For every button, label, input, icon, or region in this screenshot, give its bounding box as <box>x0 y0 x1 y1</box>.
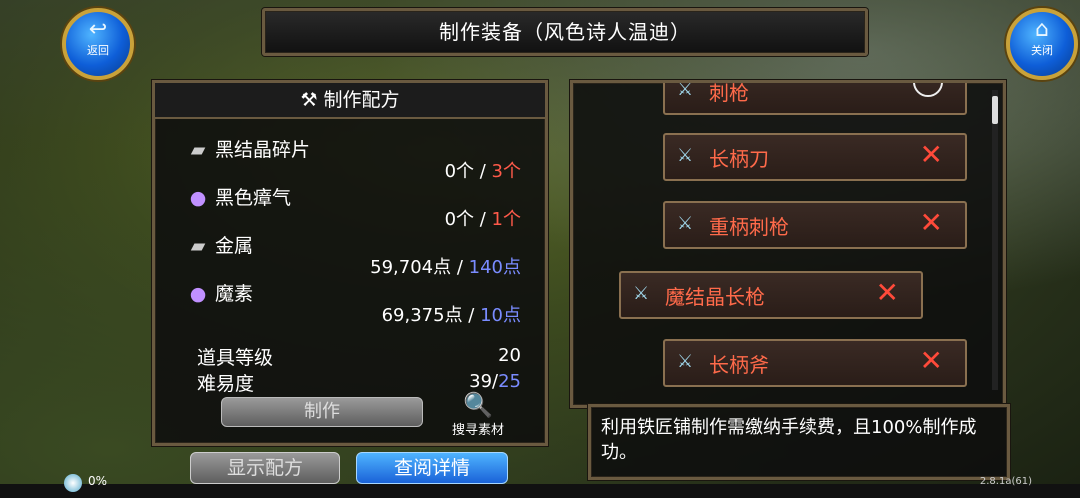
item-label: 长柄刀 <box>709 147 769 171</box>
difficulty-max: 25 <box>498 371 521 392</box>
material-qty: 59,704点 / 140点 <box>370 253 521 279</box>
qty-separator: / <box>462 305 481 326</box>
ingot-icon: ▰ <box>190 235 206 257</box>
info-text: 利用铁匠铺制作需缴纳手续费，且100%制作成功。 <box>601 417 977 463</box>
material-have: 0个 <box>444 209 475 230</box>
back-button[interactable]: ↩ 返回 <box>62 8 134 80</box>
status-bar <box>0 484 1080 498</box>
anvil-icon: ⚒ <box>300 89 318 111</box>
list-scrollbar[interactable] <box>992 90 998 390</box>
list-item[interactable]: ⚔ 刺枪 <box>663 80 967 115</box>
search-materials-button[interactable]: 🔍 搜寻素材 <box>443 391 513 438</box>
view-details-button[interactable]: 查阅详情 <box>356 452 508 484</box>
magnifier-icon: 🔍 <box>463 391 493 419</box>
item-level-value: 20 <box>498 345 521 366</box>
item-list-panel: ⚔ 刺枪 ⚔ 长柄刀 ✕ ⚔ 重柄刺枪 ✕ ⚔ 魔结晶长枪 ✕ ⚔ 长柄斧 ✕ <box>570 80 1006 408</box>
material-name: 黑结晶碎片 <box>215 139 311 161</box>
material-row: ● 魔素 <box>185 279 253 306</box>
material-name: 金属 <box>215 235 254 257</box>
spear-icon: ⚔ <box>677 80 694 100</box>
back-label: 返回 <box>87 44 109 57</box>
home-icon: ⌂ <box>1035 17 1049 42</box>
info-panel: 利用铁匠铺制作需缴纳手续费，且100%制作成功。 <box>588 404 1010 480</box>
item-label: 长柄斧 <box>709 353 769 377</box>
window-title-bar: 制作装备（风色诗人温迪） <box>262 8 868 56</box>
spear-icon: ⚔ <box>677 351 694 372</box>
item-label: 刺枪 <box>709 81 749 105</box>
cross-icon: ✕ <box>919 138 943 171</box>
material-need: 1个 <box>491 209 521 230</box>
material-need: 10点 <box>480 305 521 326</box>
recipe-title: 制作配方 <box>323 89 400 111</box>
difficulty-current: 39/ <box>469 371 499 392</box>
material-have: 0个 <box>444 161 475 182</box>
undo-arrow-icon: ↩ <box>88 17 108 42</box>
close-button[interactable]: ⌂ 关闭 <box>1006 8 1078 80</box>
material-have: 69,375点 <box>381 305 463 326</box>
window-title: 制作装备（风色诗人温迪） <box>439 20 691 44</box>
item-label: 重柄刺枪 <box>709 215 789 239</box>
list-item[interactable]: ⚔ 长柄斧 ✕ <box>663 339 967 387</box>
material-name: 魔素 <box>215 283 254 305</box>
material-need: 140点 <box>468 257 521 278</box>
cross-icon: ✕ <box>875 276 899 309</box>
qty-separator: / <box>451 257 469 278</box>
make-button[interactable]: 制作 <box>221 397 423 427</box>
spear-icon: ⚔ <box>677 145 694 166</box>
version-label: 2.8.1a(61) <box>979 476 1032 487</box>
item-label: 魔结晶长枪 <box>665 285 765 309</box>
show-recipe-button[interactable]: 显示配方 <box>190 452 340 484</box>
recipe-header: ⚒ 制作配方 <box>155 83 545 119</box>
item-level-label: 道具等级 <box>197 347 274 369</box>
list-item[interactable]: ⚔ 长柄刀 ✕ <box>663 133 967 181</box>
orb-icon: ● <box>189 283 207 305</box>
difficulty-label: 难易度 <box>197 373 255 395</box>
spear-icon: ⚔ <box>677 213 694 234</box>
loading-icon <box>64 474 82 492</box>
ingot-icon: ▰ <box>190 139 206 161</box>
orb-icon: ● <box>189 187 207 209</box>
spear-icon: ⚔ <box>633 283 650 304</box>
material-row: ▰ 黑结晶碎片 <box>185 135 310 162</box>
material-need: 3个 <box>491 161 521 182</box>
cross-icon: ✕ <box>919 344 943 377</box>
search-materials-label: 搜寻素材 <box>451 423 504 438</box>
qty-separator: / <box>474 209 492 230</box>
list-item[interactable]: ⚔ 重柄刺枪 ✕ <box>663 201 967 249</box>
qty-separator: / <box>474 161 492 182</box>
material-qty: 0个 / 1个 <box>445 205 521 231</box>
material-name: 黑色瘴气 <box>215 187 292 209</box>
material-qty: 0个 / 3个 <box>445 157 521 183</box>
scrollbar-thumb[interactable] <box>992 96 998 124</box>
close-label: 关闭 <box>1031 44 1053 57</box>
cross-icon: ✕ <box>919 206 943 239</box>
material-have: 59,704点 <box>370 257 452 278</box>
load-percent: 0% <box>88 474 108 488</box>
material-row: ▰ 金属 <box>185 231 253 258</box>
material-qty: 69,375点 / 10点 <box>382 301 521 327</box>
list-item-selected[interactable]: ⚔ 魔结晶长枪 ✕ <box>619 271 923 319</box>
recipe-panel: ⚒ 制作配方 ▰ 黑结晶碎片 0个 / 3个 ● 黑色瘴气 0个 / 1个 ▰ 金属 … <box>152 80 548 446</box>
circle-icon <box>913 83 943 97</box>
material-row: ● 黑色瘴气 <box>185 183 291 210</box>
difficulty-value: 39/25 <box>469 371 521 392</box>
